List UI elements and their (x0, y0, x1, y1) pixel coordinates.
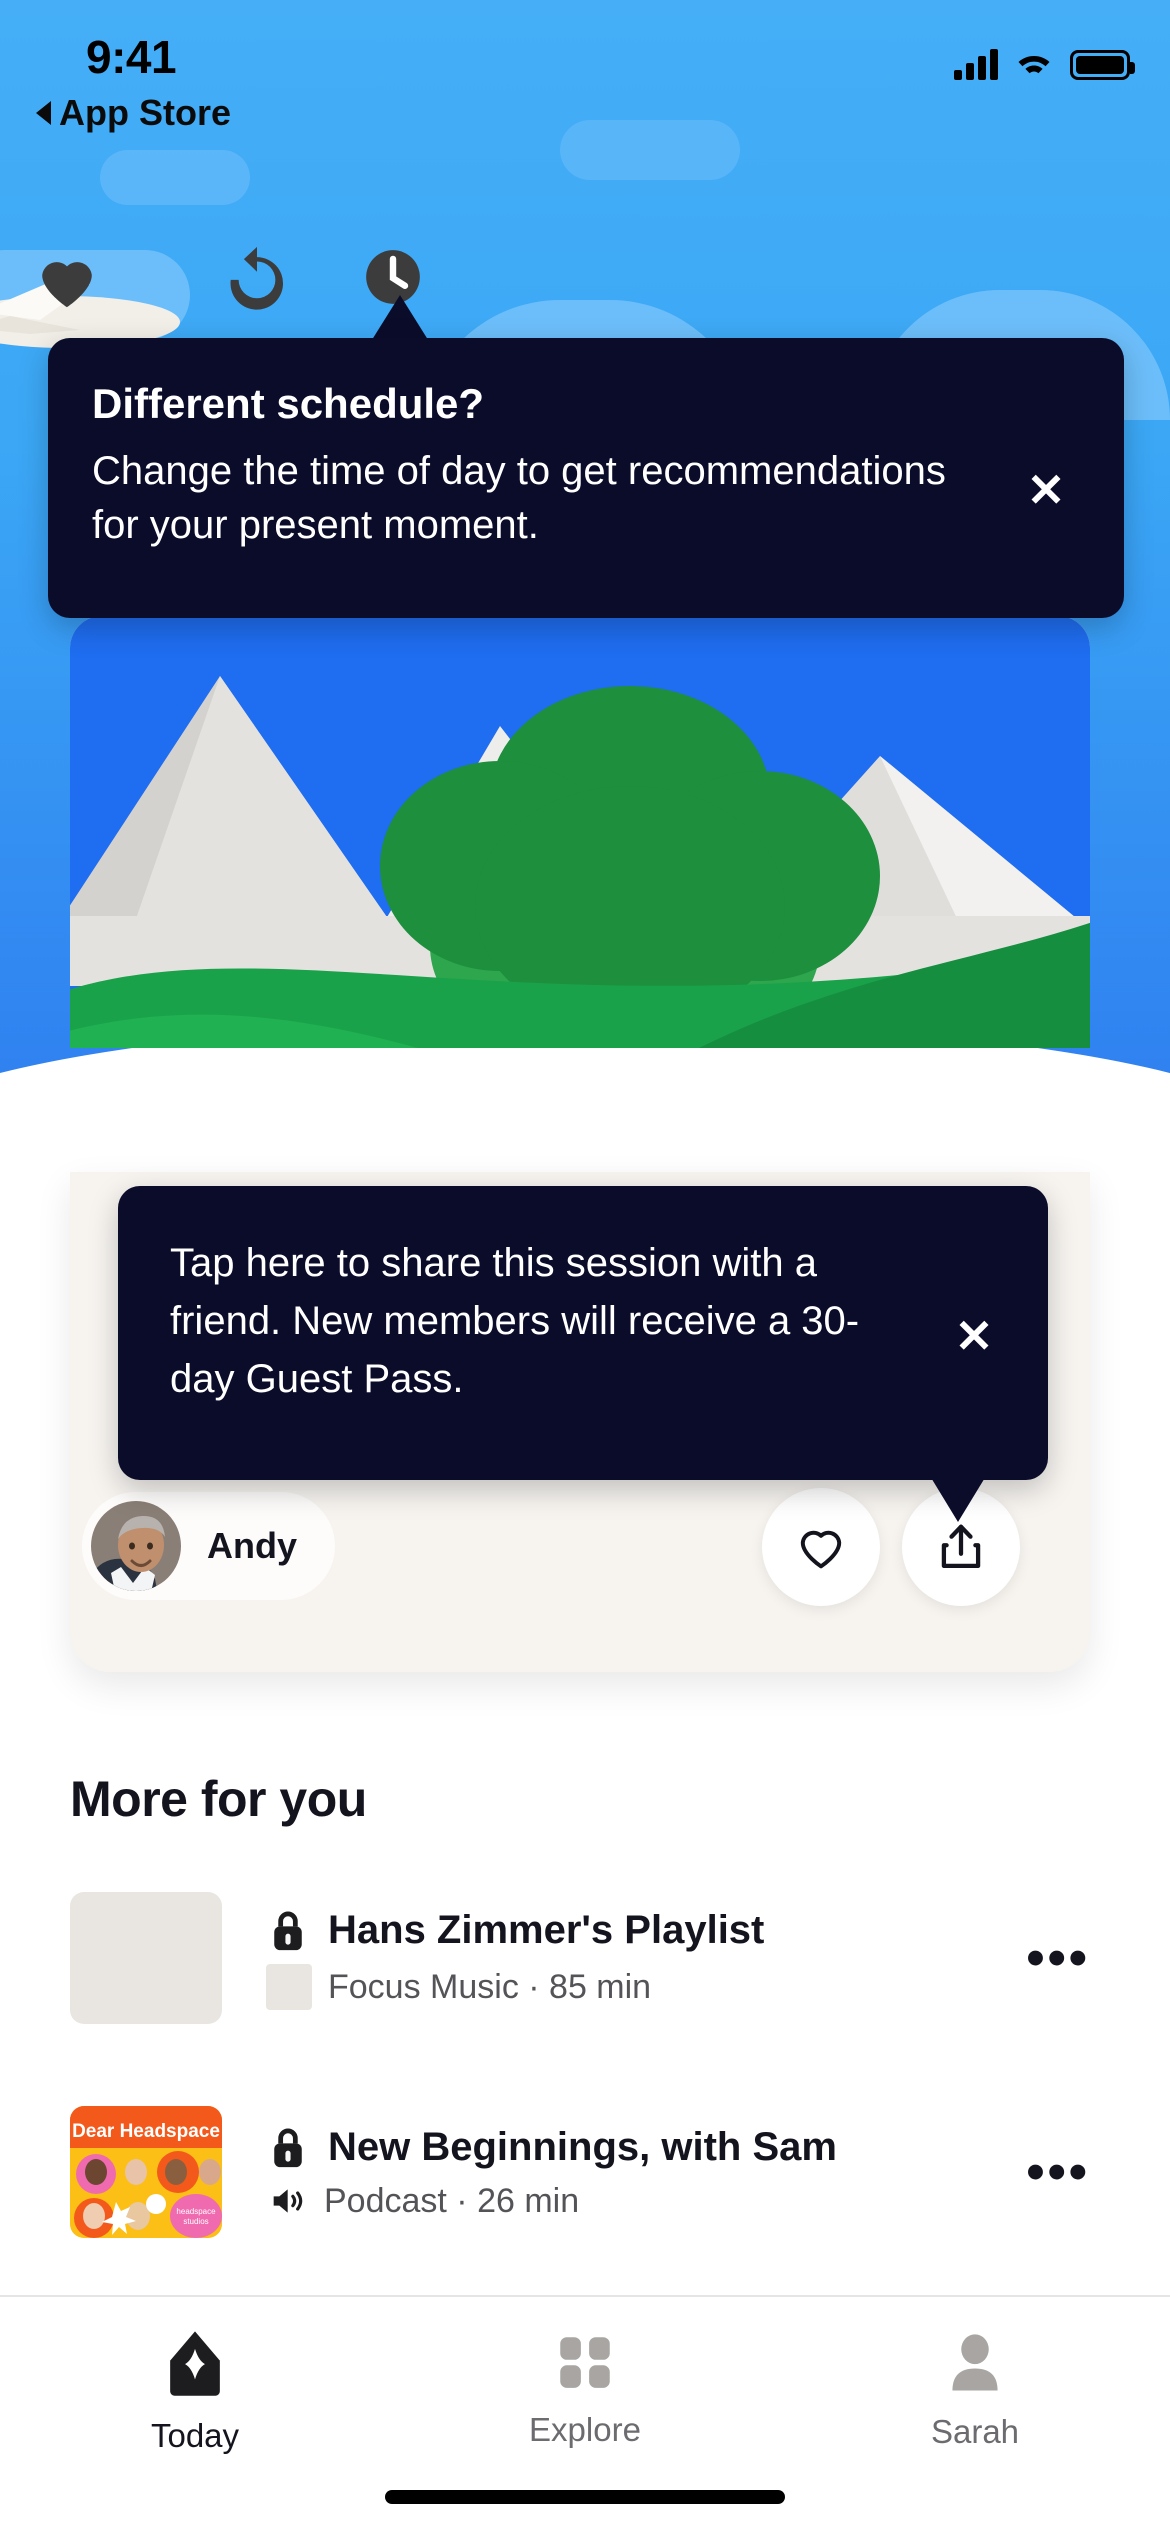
list-item[interactable]: Dear Headspace headspace studios New Beg… (70, 2072, 1100, 2272)
tooltip-schedule-close-icon[interactable]: ✕ (1018, 462, 1074, 518)
tooltip-share-arrow (930, 1476, 986, 1522)
home-indicator (385, 2490, 785, 2504)
author-name: Andy (207, 1525, 297, 1566)
list-item-text: New Beginnings, with Sam Podcast · 26 mi… (266, 2123, 1026, 2221)
overflow-menu-button[interactable]: ••• (1026, 2146, 1090, 2197)
person-icon (952, 2334, 998, 2391)
home-sparkle-icon (170, 2331, 220, 2396)
tooltip-share-body: Tap here to share this session with a fr… (170, 1241, 860, 1401)
battery-icon (1070, 50, 1135, 80)
grid-four-squares-icon (560, 2337, 610, 2388)
tooltip-share-close-icon[interactable]: ✕ (946, 1308, 1002, 1364)
tooltip-schedule-body: Change the time of day to get recommenda… (92, 449, 946, 547)
svg-text:headspace: headspace (176, 2207, 216, 2216)
tooltip-schedule-arrow (370, 295, 430, 343)
cloud-decoration (100, 150, 250, 205)
tab-today-label: Today (150, 2417, 240, 2454)
tree-on-hill-illustration (70, 616, 1090, 1048)
share-upload-icon (941, 1524, 981, 1569)
page-title: More for you (70, 1771, 367, 1827)
lock-icon (274, 2128, 302, 2168)
status-time: 9:41 (86, 31, 177, 83)
tab-profile-label: Sarah (930, 2413, 1020, 2450)
status-bar: 9:41 App Store (0, 0, 1170, 150)
tab-today[interactable]: Today (0, 2297, 390, 2532)
session-action-icons (0, 238, 1170, 328)
back-link-label: App Store (59, 92, 232, 133)
status-icons (954, 48, 1135, 80)
favorite-heart-icon[interactable] (32, 246, 102, 316)
speaker-icon (273, 2189, 303, 2213)
overflow-menu-button[interactable]: ••• (1026, 1932, 1090, 1983)
back-chevron-icon (36, 101, 51, 125)
tooltip-share: Tap here to share this session with a fr… (118, 1186, 1048, 1480)
list-item-title: New Beginnings, with Sam (328, 2125, 837, 2169)
list-item-subtitle: Podcast · 26 min (324, 2181, 580, 2220)
list-item[interactable]: Hans Zimmer's Playlist Focus Music · 85 … (70, 1858, 1100, 2058)
cellular-bars-icon (954, 48, 998, 80)
playlist-thumbnail (70, 1892, 222, 2024)
svg-text:studios: studios (183, 2217, 208, 2226)
placeholder-box-icon (266, 1964, 312, 2010)
avatar (87, 1497, 185, 1595)
session-author[interactable]: Andy (82, 1492, 335, 1600)
replay-icon[interactable] (222, 244, 292, 314)
session-card-artwork[interactable] (70, 616, 1090, 1048)
tooltip-schedule: Different schedule? Change the time of d… (48, 338, 1124, 618)
tab-profile[interactable]: Sarah (780, 2297, 1170, 2532)
podcast-thumbnail: Dear Headspace headspace studios (70, 2106, 222, 2238)
heart-outline-icon (800, 1530, 842, 1569)
tab-explore-label: Explore (529, 2411, 641, 2448)
like-button[interactable] (762, 1488, 880, 1606)
tab-bar: Today Explore Sarah (0, 2297, 1170, 2532)
back-to-app-store-link[interactable]: App Store (36, 92, 231, 134)
list-item-text: Hans Zimmer's Playlist Focus Music · 85 … (266, 1906, 1026, 2010)
tooltip-schedule-title: Different schedule? (92, 380, 485, 427)
lock-icon (274, 1911, 302, 1951)
svg-text:Dear Headspace: Dear Headspace (72, 2121, 220, 2142)
wifi-icon (1018, 56, 1050, 74)
list-item-title: Hans Zimmer's Playlist (328, 1908, 765, 1952)
list-item-subtitle: Focus Music · 85 min (328, 1967, 652, 2006)
